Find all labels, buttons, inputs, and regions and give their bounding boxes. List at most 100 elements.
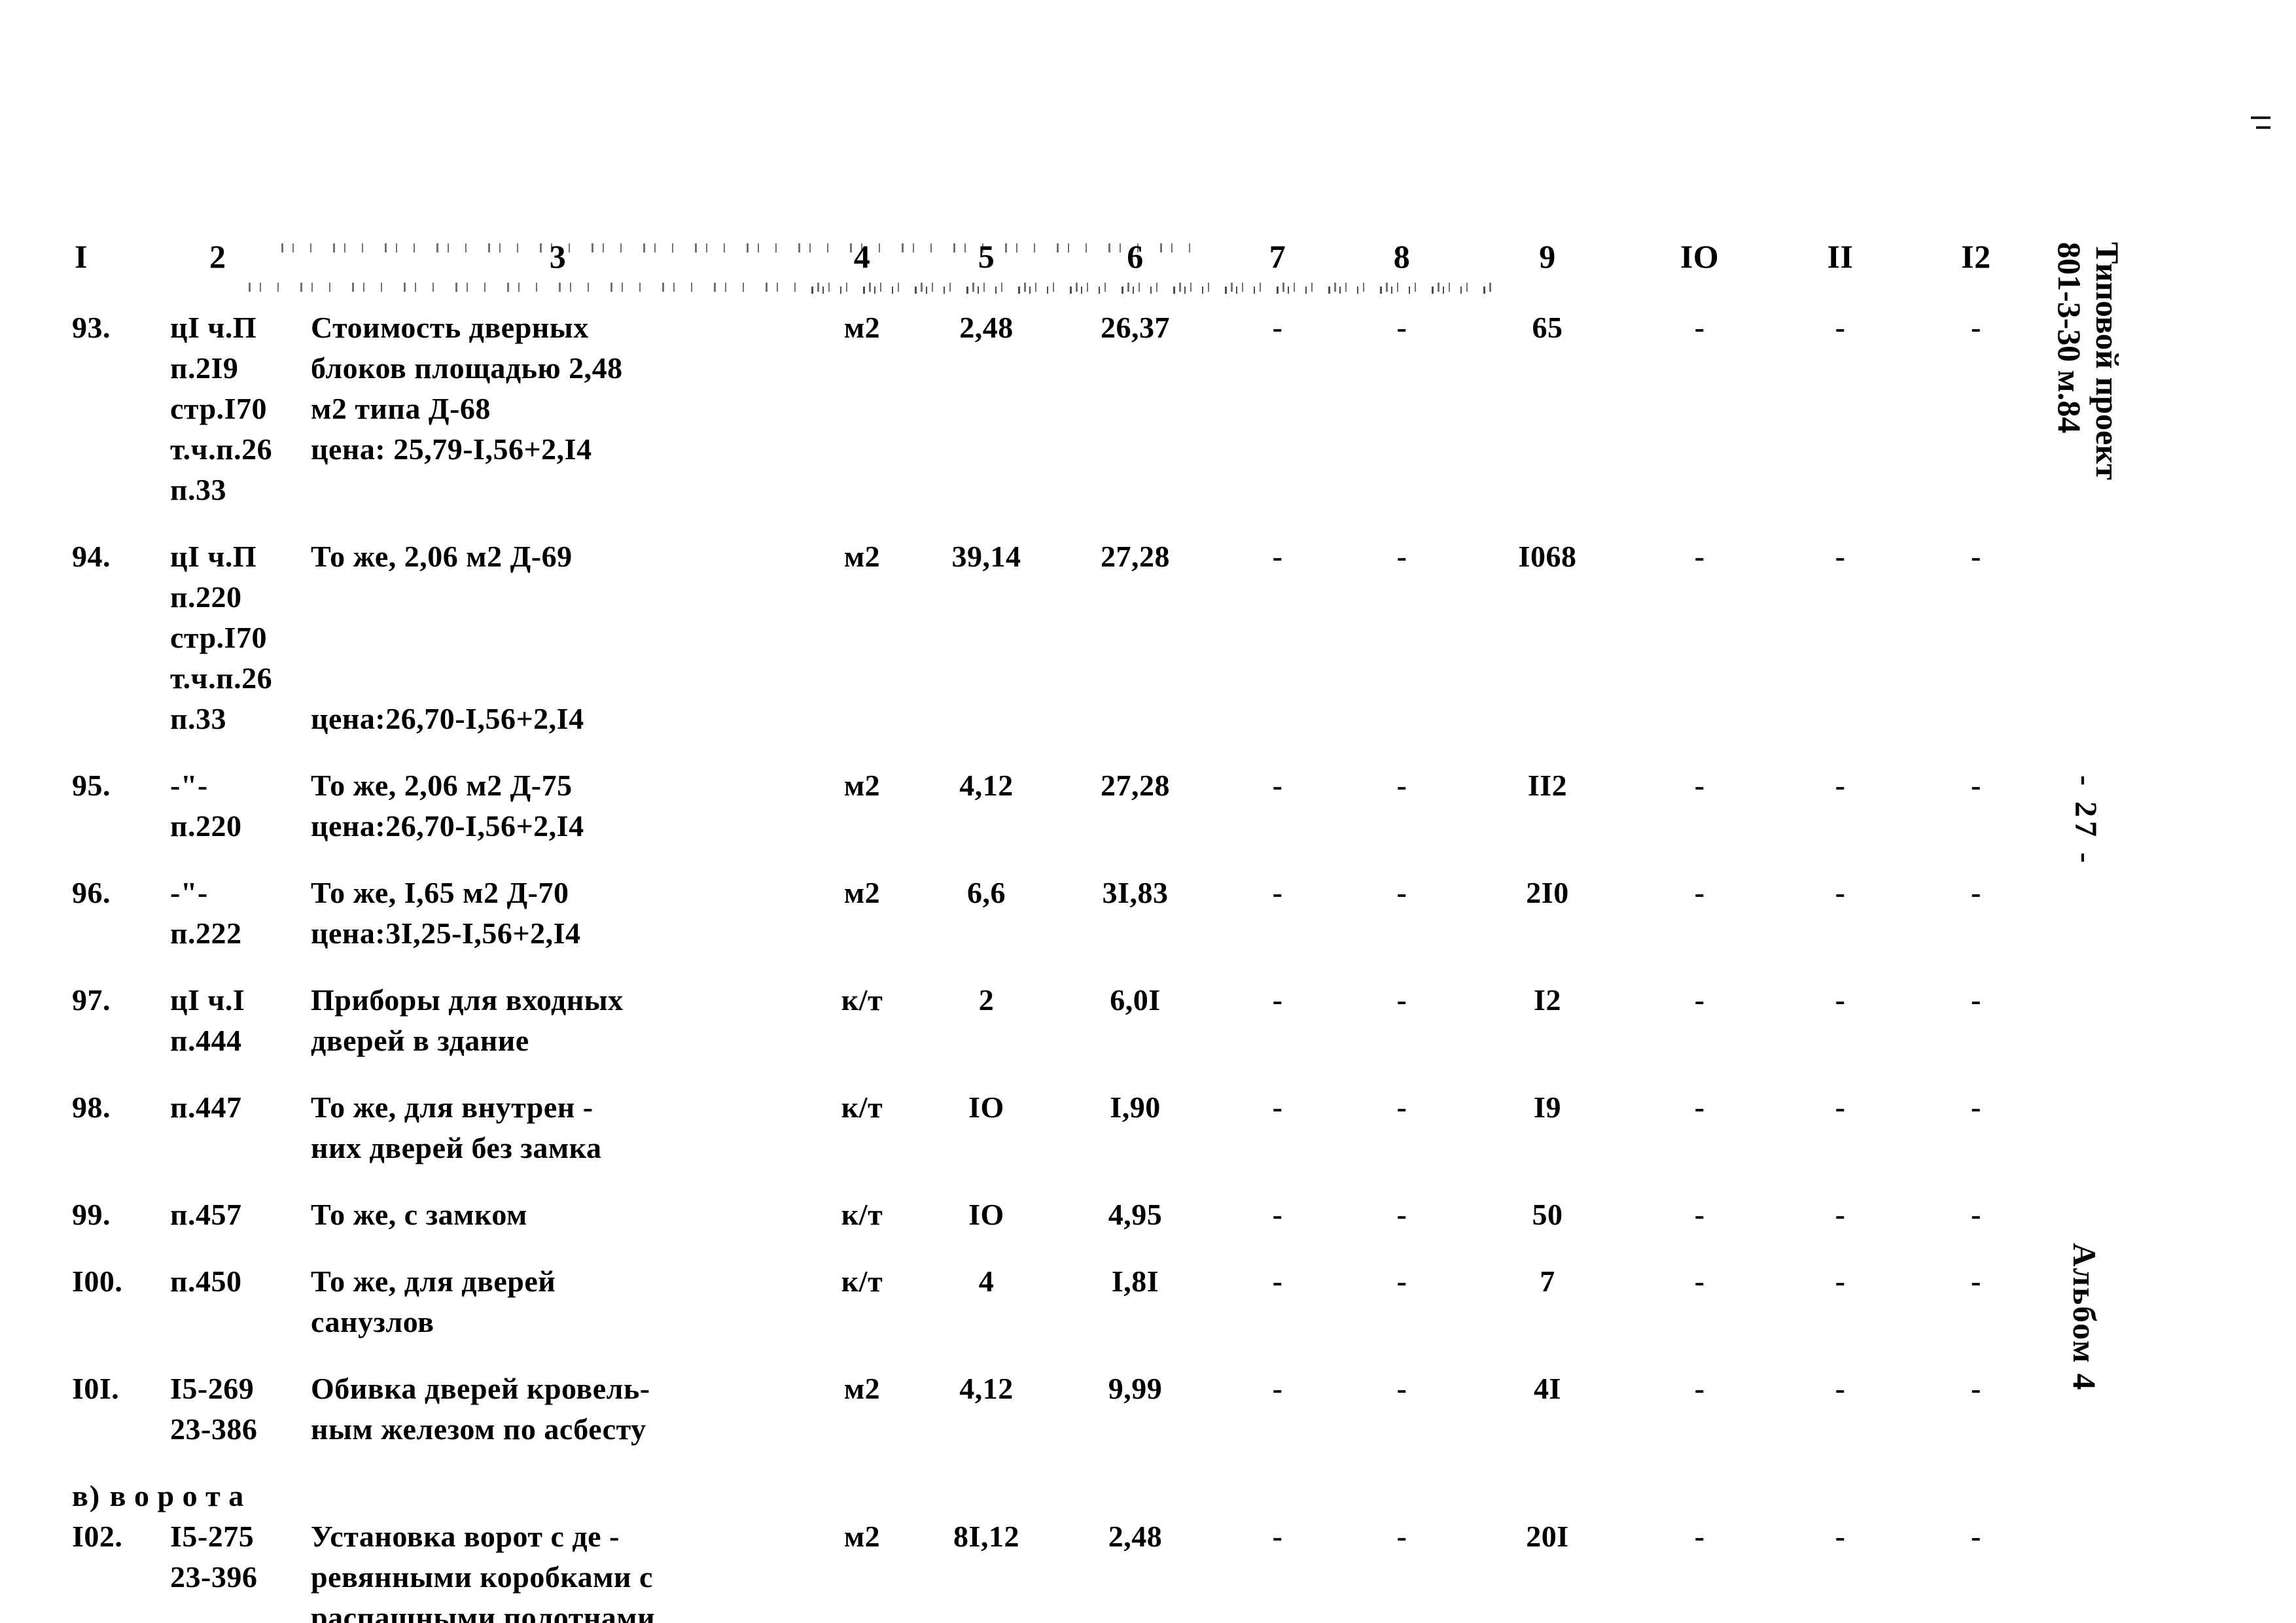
row-col10: - [1694,311,1705,344]
row-number: I02. [72,1520,123,1553]
row-unit: м2 [843,1520,881,1553]
column-number-5: 5 [978,238,995,275]
row-col11: - [1835,876,1846,909]
row-unit: м2 [843,540,881,573]
row-description: То же, I,65 м2 Д-70 цена:3I,25-I,56+2,I4 [311,876,581,950]
row-number: I00. [72,1265,123,1298]
row-col11: - [1835,1091,1846,1124]
row-description: То же, 2,06 м2 Д-75 цена:26,70-I,56+2,I4 [311,769,584,843]
page-number-marker: - 27 - [2068,775,2103,867]
column-number-8: 8 [1393,238,1411,275]
table-row: 93. цI ч.П п.2I9 стр.I70 т.ч.п.26 п.33 Сто… [72,307,2041,536]
row-number: 98. [72,1091,111,1124]
project-stamp-code: 801-3-30 м.84 [2051,242,2088,434]
row-col12: - [1971,311,1981,344]
row-col10: - [1694,1091,1705,1124]
row-col7: - [1272,1372,1283,1405]
row-col10: - [1694,1372,1705,1405]
row-unit: к/т [841,1265,883,1298]
row-col10: - [1694,769,1705,802]
row-number: I0I. [72,1372,120,1405]
row-col7: - [1272,540,1283,573]
row-col12: - [1971,1091,1981,1124]
row-unit-price: 27,28 [1101,540,1170,573]
row-description: Установка ворот с де - ревянными коробка… [311,1520,656,1623]
column-number-row: I 2 3 4 5 6 7 8 9 IO II I2 [72,236,2041,307]
column-number-3: 3 [549,238,567,275]
row-number: 94. [72,540,111,573]
row-col7: - [1272,1265,1283,1298]
row-col11: - [1835,1520,1846,1553]
row-description: То же, для дверей санузлов [311,1265,556,1338]
table-row: I00. п.450 То же, для дверей санузлов к/т 4 I… [72,1261,2041,1369]
column-number-11: II [1827,238,1854,275]
row-col12: - [1971,983,1981,1017]
row-reference: I5-275 23-396 [170,1520,258,1594]
row-col7: - [1272,1520,1283,1553]
row-description: То же, 2,06 м2 Д-69 цена:26,70-I,56+2,I4 [311,540,584,735]
table-row: I02. I5-275 23-396 Установка ворот с де - … [72,1516,2041,1623]
row-unit-price: 9,99 [1108,1372,1163,1405]
row-total: 7 [1540,1265,1555,1298]
row-col12: - [1971,769,1981,802]
row-quantity: IO [968,1091,1004,1124]
row-col8: - [1396,769,1407,802]
document-page: I 2 3 4 5 6 7 8 9 IO II I2 93. цI ч.П п.2… [0,0,2296,1623]
row-col7: - [1272,769,1283,802]
row-quantity: 4,12 [959,769,1014,802]
row-unit-price: 26,37 [1101,311,1170,344]
row-total: 20I [1526,1520,1569,1553]
estimate-table-body: 93. цI ч.П п.2I9 стр.I70 т.ч.п.26 п.33 Сто… [72,307,2041,1623]
row-number: 93. [72,311,111,344]
row-col7: - [1272,983,1283,1017]
row-col10: - [1694,1198,1705,1231]
row-unit: м2 [843,769,881,802]
row-quantity: IO [968,1198,1004,1231]
row-reference: цI ч.П п.220 стр.I70 т.ч.п.26 п.33 [170,540,273,735]
row-col8: - [1396,1198,1407,1231]
column-number-10: IO [1680,238,1720,275]
row-quantity: 6,6 [967,876,1006,909]
row-reference: -"- п.222 [170,876,242,950]
row-total: 50 [1532,1198,1563,1231]
scan-artifact-mark [2251,116,2270,119]
row-col10: - [1694,983,1705,1017]
row-col11: - [1835,311,1846,344]
row-col8: - [1396,1520,1407,1553]
row-col7: - [1272,311,1283,344]
row-total: I068 [1518,540,1577,573]
row-quantity: 39,14 [951,540,1021,573]
row-col12: - [1971,876,1981,909]
row-unit: м2 [843,1372,881,1405]
row-col8: - [1396,1091,1407,1124]
row-unit-price: 27,28 [1101,769,1170,802]
row-total: I9 [1534,1091,1561,1124]
column-number-7: 7 [1269,238,1286,275]
row-quantity: 8I,12 [953,1520,1019,1553]
row-description: То же, для внутрен - них дверей без замк… [311,1091,602,1164]
row-total: 4I [1534,1372,1561,1405]
row-unit: м2 [843,311,881,344]
row-reference: цI ч.I п.444 [170,983,245,1057]
row-col7: - [1272,1198,1283,1231]
row-col12: - [1971,1265,1981,1298]
estimate-table: I 2 3 4 5 6 7 8 9 IO II I2 93. цI ч.П п.2… [72,236,2041,1623]
album-marker: Альбом 4 [2066,1243,2103,1391]
section-heading-row: в) в о р о т а [72,1476,2041,1516]
column-number-1: I [75,238,88,275]
row-total: II2 [1527,769,1568,802]
scan-artifact-mark [2256,126,2270,129]
row-unit-price: 2,48 [1108,1520,1163,1553]
row-number: 95. [72,769,111,802]
row-total: 65 [1532,311,1563,344]
row-col12: - [1971,1520,1981,1553]
row-number: 97. [72,983,111,1017]
row-col11: - [1835,983,1846,1017]
row-col12: - [1971,1198,1981,1231]
row-reference: цI ч.П п.2I9 стр.I70 т.ч.п.26 п.33 [170,311,273,506]
row-col11: - [1835,1198,1846,1231]
row-description: Обивка дверей кровель- ным железом по ас… [311,1372,650,1446]
column-number-9: 9 [1539,238,1556,275]
row-number: 96. [72,876,111,909]
row-number: 99. [72,1198,111,1231]
